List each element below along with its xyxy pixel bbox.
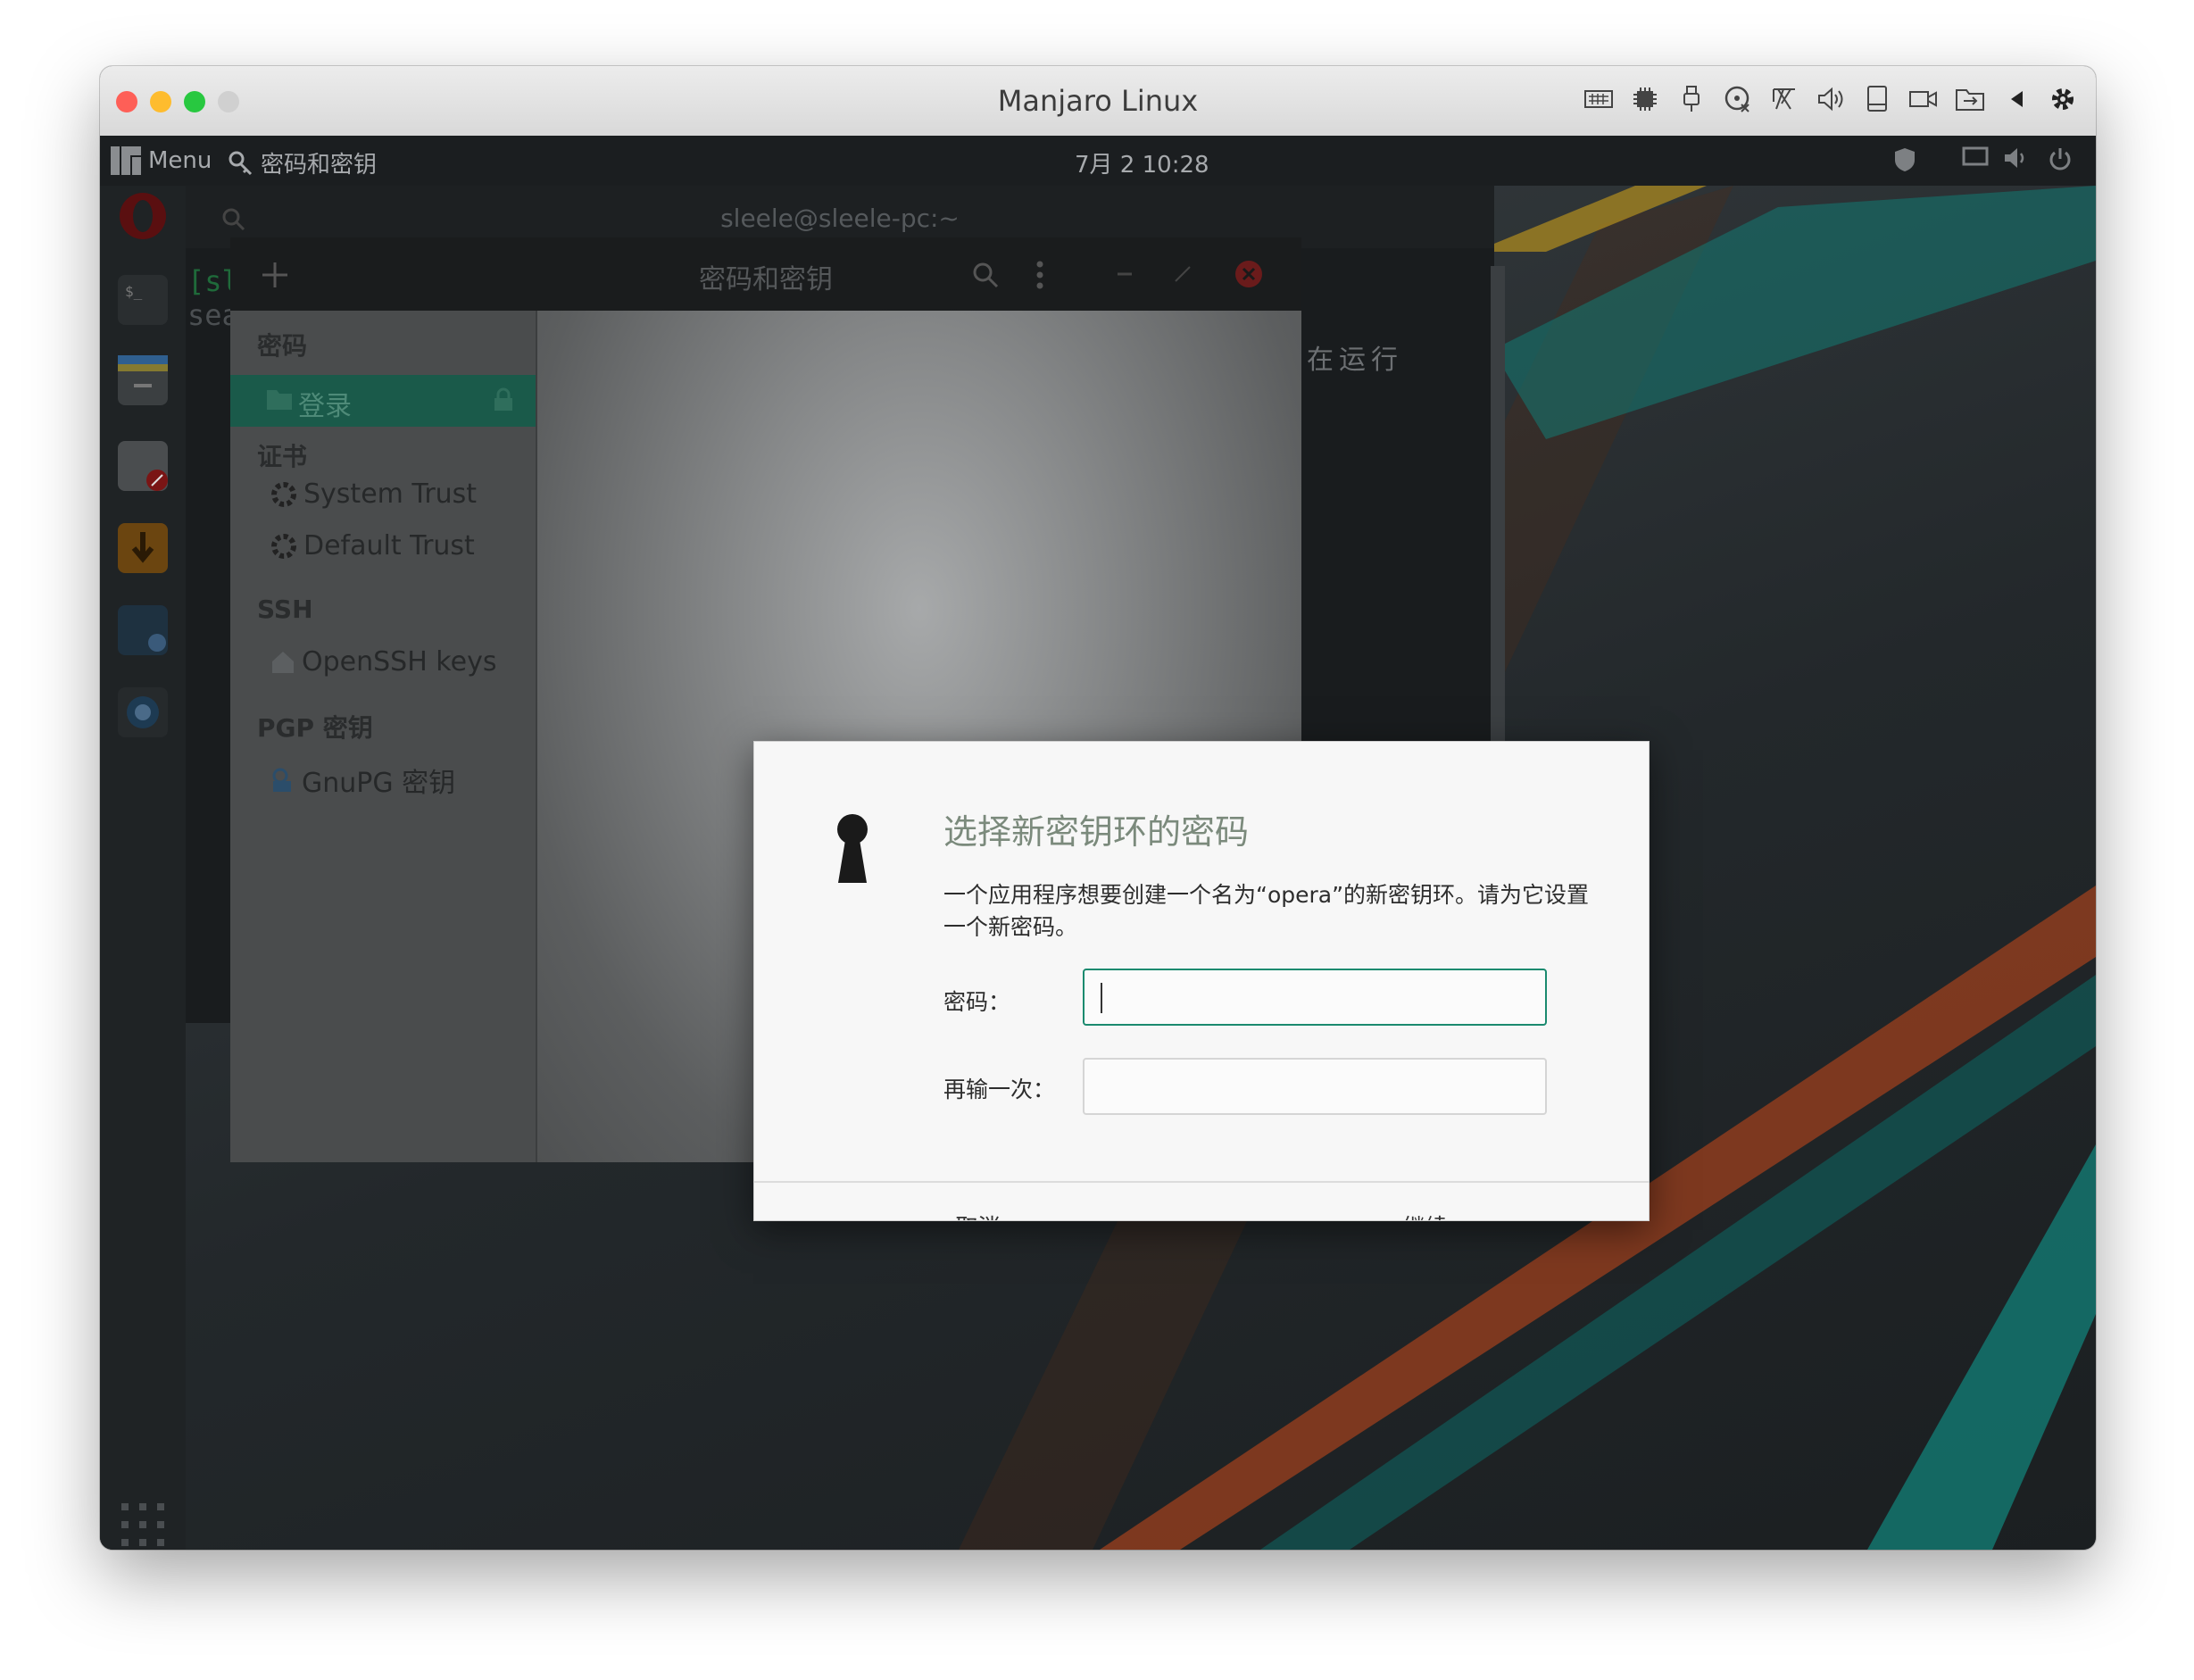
back-arrow-icon[interactable] xyxy=(2001,84,2032,114)
file-manager-icon[interactable] xyxy=(118,355,168,405)
cpu-icon[interactable] xyxy=(1630,84,1660,114)
vm-toolbar xyxy=(1583,84,2078,114)
gear-icon xyxy=(271,481,296,507)
seahorse-dock-icon[interactable] xyxy=(118,687,168,737)
vm-titlebar: Manjaro Linux xyxy=(100,66,2096,137)
keyboard-icon[interactable] xyxy=(1583,84,1614,114)
sidebar-item-label: System Trust xyxy=(303,478,478,510)
top-panel: Menu 密码和密钥 7月 2 10:28 xyxy=(100,136,2096,186)
svg-text:$_: $_ xyxy=(125,283,143,300)
password-input[interactable] xyxy=(1083,969,1547,1026)
optical-drive-icon[interactable] xyxy=(1723,84,1753,114)
password-label: 密码： xyxy=(943,989,1011,1015)
active-app-label: 密码和密钥 xyxy=(261,152,378,179)
sidebar-item-gnupg-keys[interactable]: GnuPG 密钥 xyxy=(270,761,455,800)
left-dock: $_ xyxy=(100,186,186,1550)
terminal-icon[interactable]: $_ xyxy=(118,275,168,325)
terminal-title: sleele@sleele-pc:~ xyxy=(720,204,960,233)
sidebar-item-system-trust[interactable]: System Trust xyxy=(270,478,477,510)
lock-icon[interactable] xyxy=(493,387,514,412)
certificates-heading: 证书 xyxy=(257,442,308,471)
active-app-indicator[interactable]: 密码和密钥 xyxy=(227,146,377,179)
seahorse-title: 密码和密钥 xyxy=(699,264,833,295)
home-icon xyxy=(272,651,294,673)
opera-icon[interactable] xyxy=(118,191,168,241)
dialog-title: 选择新密钥环的密码 xyxy=(943,812,1250,852)
keyhole-icon xyxy=(837,814,868,883)
volume-icon[interactable] xyxy=(2003,146,2030,170)
camera-icon[interactable] xyxy=(1908,84,1939,114)
sidebar-item-label: OpenSSH keys xyxy=(302,646,497,678)
power-icon[interactable] xyxy=(2048,146,2073,171)
continue-button[interactable]: 继续 xyxy=(1201,1188,1649,1220)
sidebar-item-login[interactable]: 登录 xyxy=(230,375,536,427)
confirm-password-label: 再输一次： xyxy=(943,1077,1056,1102)
screenshot-icon[interactable] xyxy=(118,605,168,655)
maximize-icon[interactable] xyxy=(1173,264,1193,284)
confirm-password-input[interactable] xyxy=(1083,1058,1547,1115)
sidebar-item-default-trust[interactable]: Default Trust xyxy=(270,530,475,561)
sidebar-item-label: 登录 xyxy=(298,391,352,422)
manjaro-logo-icon xyxy=(111,146,141,175)
text-editor-icon[interactable] xyxy=(118,441,168,491)
continue-button-label: 继续 xyxy=(1201,1188,1649,1220)
menu-label: Menu xyxy=(148,147,212,174)
storage-icon[interactable] xyxy=(1862,84,1892,114)
dialog-description: 一个应用程序想要创建一个名为“opera”的新密钥环。请为它设置一个新密码。 xyxy=(943,882,1590,940)
cancel-button-label: 取消 xyxy=(754,1188,1201,1220)
audio-icon[interactable] xyxy=(1816,84,1846,114)
network-icon[interactable] xyxy=(1769,84,1799,114)
minimize-icon[interactable] xyxy=(1116,270,1134,279)
display-icon[interactable] xyxy=(1962,146,1989,170)
download-icon[interactable] xyxy=(118,523,168,573)
vm-window: Manjaro Linux Menu 密码和密钥 7月 2 10:28 $_ s… xyxy=(100,66,2096,1550)
key-icon xyxy=(272,768,291,792)
pgp-heading: PGP 密钥 xyxy=(257,713,373,743)
search-icon[interactable] xyxy=(971,261,1000,289)
key-icon xyxy=(229,151,253,175)
guest-screen: Menu 密码和密钥 7月 2 10:28 $_ sleele@sleele-p… xyxy=(100,136,2096,1550)
shield-icon[interactable] xyxy=(1892,146,1917,173)
settings-gear-icon[interactable] xyxy=(2048,84,2078,114)
passwords-heading: 密码 xyxy=(257,331,308,361)
text-cursor xyxy=(1101,983,1102,1013)
menu-dots-icon[interactable] xyxy=(1034,259,1046,291)
close-icon[interactable] xyxy=(1234,259,1264,289)
shared-folder-icon[interactable] xyxy=(1955,84,1985,114)
new-keyring-password-dialog: 选择新密钥环的密码 一个应用程序想要创建一个名为“opera”的新密钥环。请为它… xyxy=(753,741,1650,1221)
sidebar-item-openssh-keys[interactable]: OpenSSH keys xyxy=(270,646,496,678)
sidebar-item-label: Default Trust xyxy=(303,530,475,561)
keyring-sidebar: 密码 登录 证书 System Trust Default Trust SSH xyxy=(230,311,537,1162)
usb-icon[interactable] xyxy=(1676,84,1707,114)
cancel-button[interactable]: 取消 xyxy=(754,1188,1201,1220)
menu-button[interactable]: Menu xyxy=(111,146,212,175)
folder-icon xyxy=(267,390,292,410)
app-grid-icon[interactable] xyxy=(118,1500,168,1550)
sidebar-item-label: GnuPG 密钥 xyxy=(302,768,456,799)
gear-icon xyxy=(271,533,296,559)
clock[interactable]: 7月 2 10:28 xyxy=(1075,146,1209,179)
dialog-separator xyxy=(754,1181,1649,1183)
seahorse-header: 密码和密钥 xyxy=(230,237,1301,311)
ssh-heading: SSH xyxy=(257,595,313,624)
